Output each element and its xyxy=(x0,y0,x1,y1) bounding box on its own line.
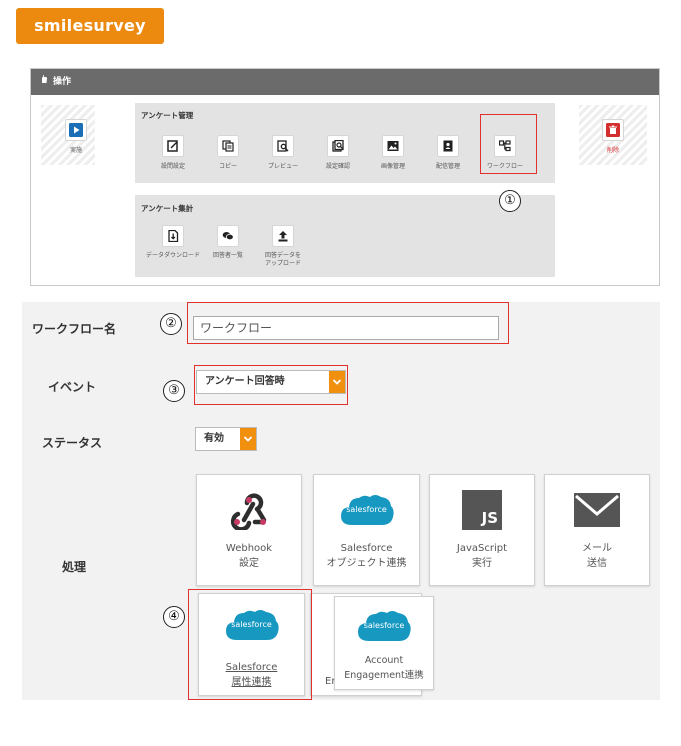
upload-answers-button[interactable] xyxy=(272,225,294,247)
preview-label: プレビュー xyxy=(267,163,298,170)
process-label: 処理 xyxy=(62,560,87,574)
mail-card-line2: 送信 xyxy=(587,558,607,569)
marker-4: ④ xyxy=(163,606,185,628)
delete-label: 削除 xyxy=(606,147,619,154)
question-settings-button[interactable] xyxy=(162,135,184,157)
salesforce-logo-text: salesforce xyxy=(363,621,405,630)
survey-stats-title: アンケート集計 xyxy=(141,204,194,213)
question-settings-label: 設問設定 xyxy=(160,163,185,170)
mail-icon xyxy=(573,489,621,531)
survey-management-title: アンケート管理 xyxy=(141,111,194,120)
image-icon xyxy=(387,141,399,151)
upload-icon xyxy=(278,231,288,242)
workflow-name-highlight xyxy=(187,302,509,344)
survey-stats-group: アンケート集計 データダウンロード 回答者一覧 回答データをアップロード xyxy=(135,195,555,277)
salesforce-object-line2: オブジェクト連携 xyxy=(326,558,407,569)
mail-card[interactable]: メール 送信 xyxy=(544,474,650,586)
webhook-card-line1: Webhook xyxy=(225,543,273,554)
javascript-icon: JS xyxy=(462,489,502,531)
marker-3: ③ xyxy=(163,380,185,402)
contact-book-icon xyxy=(443,140,453,152)
salesforce-icon: salesforce xyxy=(338,489,396,531)
marker-2: ② xyxy=(160,313,182,335)
image-management-button[interactable] xyxy=(382,135,404,157)
download-file-icon xyxy=(168,230,179,242)
javascript-card-line1: JavaScript xyxy=(456,543,508,554)
workflow-highlight xyxy=(480,114,537,174)
preview-button[interactable] xyxy=(272,135,294,157)
operations-header: 操作 xyxy=(31,69,659,95)
workflow-name-label: ワークフロー名 xyxy=(32,322,117,336)
event-highlight xyxy=(194,365,348,405)
javascript-card[interactable]: JS JavaScript 実行 xyxy=(429,474,535,586)
data-download-button[interactable] xyxy=(162,225,184,247)
javascript-card-line2: 実行 xyxy=(471,558,492,569)
account-engagement-line1: Account xyxy=(364,655,404,666)
copy-label: コピー xyxy=(218,163,237,170)
smilesurvey-logo: smilesurvey xyxy=(16,8,164,44)
operations-header-label: 操作 xyxy=(53,77,72,87)
status-label: ステータス xyxy=(42,436,103,450)
status-select[interactable]: 有効 xyxy=(195,427,257,451)
salesforce-attribute-highlight xyxy=(188,589,312,700)
chat-icon xyxy=(222,232,234,241)
data-download-label: データダウンロード xyxy=(145,252,200,259)
account-engagement-card[interactable]: salesforce Account Engagement連携 xyxy=(334,596,434,690)
copy-button[interactable] xyxy=(217,135,239,157)
distribution-management-button[interactable] xyxy=(437,135,459,157)
settings-check-icon xyxy=(332,140,344,152)
salesforce-object-card[interactable]: salesforce Salesforce オブジェクト連携 xyxy=(313,474,420,586)
respondent-list-label: 回答者一覧 xyxy=(212,252,243,259)
javascript-logo-text: JS xyxy=(481,509,498,527)
run-button[interactable] xyxy=(65,119,87,141)
status-select-value: 有効 xyxy=(204,433,224,444)
marker-1: ① xyxy=(499,190,521,212)
settings-check-label: 設定確認 xyxy=(325,163,350,170)
upload-answers-label: 回答データをアップロード xyxy=(264,252,301,267)
webhook-card[interactable]: Webhook 設定 xyxy=(196,474,302,586)
respondent-list-button[interactable] xyxy=(217,225,239,247)
delete-button[interactable] xyxy=(602,119,624,141)
preview-icon xyxy=(277,140,289,152)
hand-icon xyxy=(39,69,49,95)
trash-icon xyxy=(606,123,620,137)
event-label: イベント xyxy=(48,380,97,394)
distribution-management-label: 配信管理 xyxy=(435,163,460,170)
mail-card-line1: メール xyxy=(582,543,612,554)
salesforce-object-line1: Salesforce xyxy=(340,543,393,554)
settings-check-button[interactable] xyxy=(327,135,349,157)
salesforce-icon: salesforce xyxy=(355,605,413,647)
edit-icon xyxy=(167,140,178,152)
run-label: 実施 xyxy=(69,147,82,154)
operations-panel: 操作 実施 削除 アンケート管理 設問設定 コピー プレビュー 設定確認 画像管… xyxy=(30,68,660,286)
webhook-card-line2: 設定 xyxy=(238,558,259,569)
salesforce-logo-text: salesforce xyxy=(346,505,387,514)
copy-icon xyxy=(222,140,234,152)
chevron-down-icon xyxy=(240,428,256,450)
play-icon xyxy=(69,123,83,137)
account-engagement-line2: Engagement連携 xyxy=(344,670,424,681)
image-management-label: 画像管理 xyxy=(380,163,405,170)
webhook-icon xyxy=(227,489,271,531)
